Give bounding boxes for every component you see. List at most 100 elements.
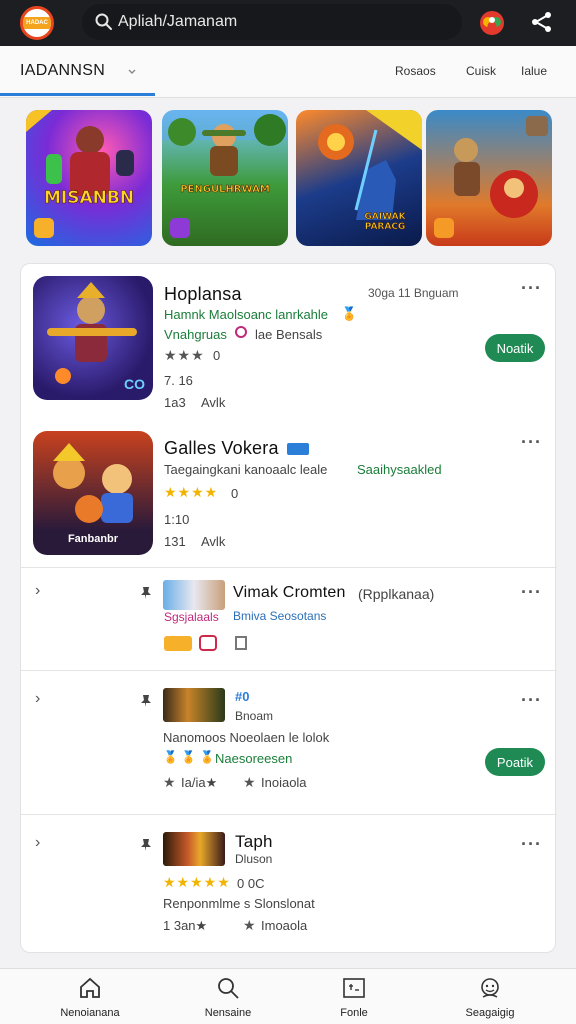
tab-indicator xyxy=(0,93,155,96)
featured-banner-3[interactable]: GAIWAK PARACG xyxy=(296,110,422,246)
rating-stars: ★★★★★ xyxy=(163,874,231,890)
chevron-right-icon[interactable]: › xyxy=(35,690,40,708)
share-icon[interactable] xyxy=(529,9,555,35)
home-icon xyxy=(80,977,100,998)
app-highlight: Saaihysaakled xyxy=(357,462,442,477)
list-thumb[interactable] xyxy=(163,580,225,610)
app-description: Taegaingkani kanoaalc leale xyxy=(164,462,328,477)
pin-icon[interactable] xyxy=(139,838,153,852)
document-icon xyxy=(235,636,247,650)
download-label: Avlk xyxy=(201,534,226,549)
app-size: 1:10 xyxy=(164,512,190,527)
list-item-tag: Sgsjalaals xyxy=(164,610,219,624)
more-options-icon[interactable]: ··· xyxy=(521,690,542,711)
tab-link-1[interactable]: Rosaos xyxy=(395,64,436,78)
app-logo[interactable]: HADAC xyxy=(20,6,54,40)
nav-label: Seagaigig xyxy=(465,1007,515,1019)
app-icon-1[interactable]: CO xyxy=(33,276,153,400)
app-description: Hamnk Maolsoanc lanrkahle xyxy=(164,307,329,322)
app-list-card: CO Hoplansa 30ga 11 Bnguam ··· Hamnk Mao… xyxy=(20,263,557,953)
thumb-badge: CO xyxy=(124,376,145,392)
list-thumb[interactable] xyxy=(163,832,225,866)
tab-link-2[interactable]: Cuisk xyxy=(466,64,496,78)
install-button[interactable]: Noatik xyxy=(485,334,545,362)
chevron-right-icon[interactable]: › xyxy=(35,582,40,600)
app-title[interactable]: Galles Vokera xyxy=(164,438,279,459)
download-count: 1a3 xyxy=(164,395,186,410)
calendar-icon xyxy=(343,978,365,998)
app-subtitle: Vnahgruas xyxy=(164,327,227,342)
list-item-description: Renponmlme s Slonslonat xyxy=(163,896,315,911)
featured-banner-1[interactable]: MISANBN xyxy=(26,110,152,246)
rating-value: 0 xyxy=(213,348,221,363)
profile-icon xyxy=(481,978,499,998)
list-item-title[interactable]: Taph xyxy=(235,832,273,852)
pin-icon[interactable] xyxy=(139,694,153,708)
nav-search[interactable]: Nensaine xyxy=(178,975,278,1019)
review-count: Ia/ia★ xyxy=(181,775,218,790)
chevron-down-icon[interactable] xyxy=(128,68,136,76)
list-item-description: Nanomoos Noeolaen le lolok xyxy=(163,730,330,745)
list-item-tag: #0 xyxy=(235,689,250,704)
banner-title: MISANBN xyxy=(43,188,135,209)
award-icon: 🏅 xyxy=(341,306,358,321)
list-item-subtitle: Bmiva Seosotans xyxy=(233,609,327,623)
logo-text: HADAC xyxy=(23,17,51,29)
star-icon: ★ xyxy=(243,917,256,933)
rating-stars: ★ xyxy=(163,774,177,790)
chevron-right-icon[interactable]: › xyxy=(35,834,40,852)
coin-icon xyxy=(164,636,192,651)
search-icon xyxy=(95,13,112,30)
divider xyxy=(21,567,557,568)
more-options-icon[interactable]: ··· xyxy=(521,278,542,299)
app-title[interactable]: Hoplansa xyxy=(164,284,242,305)
heart-icon xyxy=(199,635,217,651)
play-games-icon[interactable] xyxy=(478,9,506,37)
review-count: 1 3an★ xyxy=(163,918,208,933)
list-item-highlight: Naesoreesen xyxy=(215,751,293,766)
trophy-icon: 🏅 🏅 🏅 xyxy=(163,750,215,764)
thumb-caption: Fanbanbr xyxy=(67,533,119,545)
rating-stars: ★★★ xyxy=(164,347,205,363)
nav-home[interactable]: Nenoianana xyxy=(40,975,140,1019)
list-thumb[interactable] xyxy=(163,688,225,722)
banner-title: GAIWAK PARACG xyxy=(364,212,406,233)
list-item-subtitle: Dluson xyxy=(235,852,273,866)
game-badge-icon xyxy=(34,218,54,238)
search-bar[interactable]: Apliah/Jamanam xyxy=(82,4,462,40)
more-options-icon[interactable]: ··· xyxy=(521,834,542,855)
divider xyxy=(21,670,557,671)
divider xyxy=(21,814,557,815)
list-item-title[interactable]: Vimak Cromten xyxy=(233,584,346,602)
install-button[interactable]: Poatik xyxy=(485,748,545,776)
tab-bar: IADANNSN Rosaos Cuisk Ialue xyxy=(0,46,576,98)
more-options-icon[interactable]: ··· xyxy=(521,432,542,453)
verified-badge-icon xyxy=(287,443,309,455)
more-options-icon[interactable]: ··· xyxy=(521,582,542,603)
featured-banner-2[interactable]: PENGULHRWAM xyxy=(162,110,288,246)
review-label: Imoaola xyxy=(261,918,308,933)
featured-banner-4[interactable] xyxy=(426,110,552,246)
list-item-suffix: (Rpplkanaa) xyxy=(358,586,435,602)
review-label: Inoiaola xyxy=(261,775,307,790)
rating-stars: ★★★★ xyxy=(164,484,219,500)
tab-primary[interactable]: IADANNSN xyxy=(20,62,105,80)
pin-icon[interactable] xyxy=(139,586,153,600)
nav-calendar[interactable]: Fonle xyxy=(304,975,404,1019)
nav-label: Nenoianana xyxy=(60,1007,120,1019)
top-bar: HADAC Apliah/Jamanam xyxy=(0,0,576,46)
search-query: Apliah/Jamanam xyxy=(118,13,238,30)
nav-label: Fonle xyxy=(340,1007,368,1019)
app-meta: 30ga 11 Bnguam xyxy=(368,286,459,300)
game-badge-icon xyxy=(434,218,454,238)
tab-link-3[interactable]: Ialue xyxy=(521,64,547,78)
list-item-subtitle: Bnoam xyxy=(235,709,274,723)
app-category: lae Bensals xyxy=(255,327,323,342)
banner-title: PENGULHRWAM xyxy=(180,184,270,196)
rating-value: 0 xyxy=(231,486,239,501)
badge-icon xyxy=(235,326,247,338)
nav-profile[interactable]: Seagaigig xyxy=(440,975,540,1019)
nav-label: Nensaine xyxy=(204,1007,252,1019)
star-icon: ★ xyxy=(243,774,256,790)
app-icon-2[interactable]: Fanbanbr xyxy=(33,431,153,555)
